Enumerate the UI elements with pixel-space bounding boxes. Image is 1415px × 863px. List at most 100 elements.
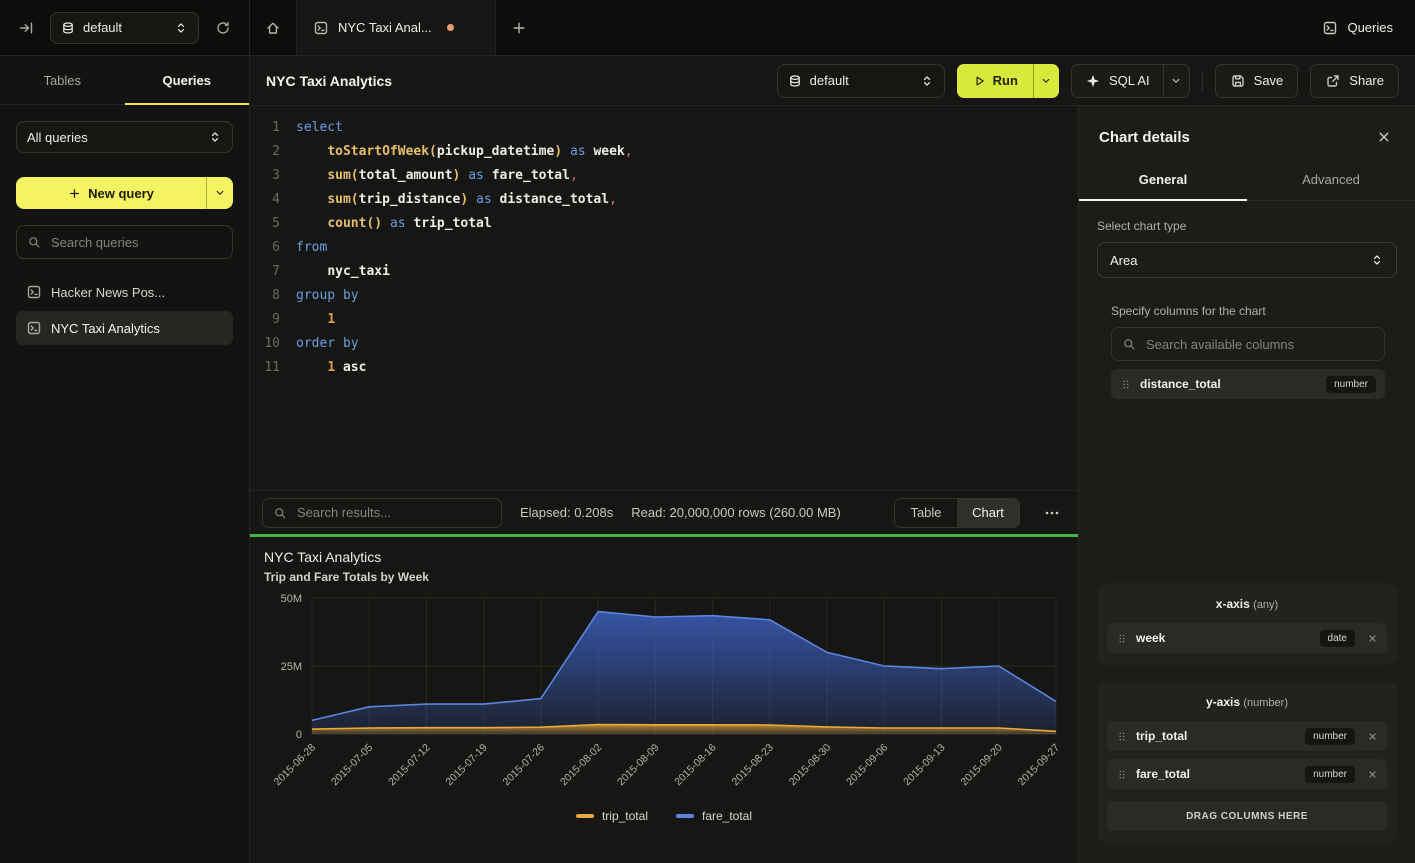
chevron-down-icon [1170,75,1182,87]
collapse-sidebar-icon[interactable] [12,14,40,42]
line-number: 7 [256,260,280,284]
query-file-icon [26,284,42,300]
column-chip[interactable]: fare_totalnumber [1107,759,1387,789]
query-list-item[interactable]: Hacker News Pos... [16,275,233,309]
share-icon [1325,73,1341,89]
code-line: 10order by [256,332,1078,356]
topbar-right: Queries [1322,0,1415,55]
close-icon[interactable] [1373,126,1395,148]
svg-text:2015-09-20: 2015-09-20 [958,742,1005,789]
remove-column-icon[interactable] [1367,769,1378,780]
topbar: default NYC Taxi Anal... Queries [0,0,1415,56]
database-icon [788,74,802,88]
run-button[interactable]: Run [957,64,1033,98]
home-button[interactable] [250,0,296,55]
sql-ai-button[interactable]: SQL AI [1071,64,1163,98]
column-name: distance_total [1140,377,1221,391]
sql-ai-dropdown[interactable] [1163,64,1190,98]
search-results-input[interactable] [295,504,491,521]
column-type-badge: number [1305,728,1355,745]
column-chip[interactable]: trip_totalnumber [1107,721,1387,751]
line-number: 2 [256,140,280,164]
column-chip[interactable]: distance_totalnumber [1111,369,1385,399]
column-chip[interactable]: weekdate [1107,623,1387,653]
code-line: 8group by [256,284,1078,308]
sidebar-tabs: Tables Queries [0,56,249,105]
chart-type-select[interactable]: Area [1097,242,1397,278]
chart-legend: trip_total fare_total [264,809,1064,823]
legend-item[interactable]: fare_total [676,809,752,823]
area-chart: 025M50M2015-06-282015-07-052015-07-12201… [264,592,1064,809]
query-file-icon [26,320,42,336]
run-dropdown[interactable] [1033,64,1059,98]
legend-item[interactable]: trip_total [576,809,648,823]
svg-text:2015-08-30: 2015-08-30 [787,742,834,789]
line-number: 8 [256,284,280,308]
code-line: 7 nyc_taxi [256,260,1078,284]
legend-label: trip_total [602,809,648,823]
chevron-updown-icon [174,21,188,35]
chevron-updown-icon [920,74,934,88]
topbar-database-value: default [83,20,166,35]
run-split-button: Run [957,64,1059,98]
more-options-icon[interactable] [1038,499,1066,527]
drop-zone[interactable]: DRAG COLUMNS HERE [1107,801,1387,831]
svg-text:2015-09-06: 2015-09-06 [844,742,891,789]
view-toggle: Table Chart [894,498,1020,528]
tab-title: NYC Taxi Anal... [338,20,432,35]
chart-details-tabs: General Advanced [1079,162,1415,201]
line-number: 11 [256,356,280,380]
tab-nyc-taxi-analytics[interactable]: NYC Taxi Anal... [296,0,496,55]
main-header: NYC Taxi Analytics default Run [250,56,1415,106]
remove-column-icon[interactable] [1367,633,1378,644]
axis-card: y-axis (number)trip_totalnumberfare_tota… [1097,681,1397,843]
search-queries-input[interactable] [49,234,222,251]
tab-tables[interactable]: Tables [0,56,125,104]
drag-handle-icon[interactable] [1116,632,1128,645]
tab-general[interactable]: General [1079,162,1247,200]
chart-subtitle: Trip and Fare Totals by Week [264,570,1064,584]
column-type-badge: date [1320,630,1355,647]
line-number: 10 [256,332,280,356]
legend-swatch [576,814,594,818]
editor-lines: 1select2 toStartOfWeek(pickup_datetime) … [256,116,1078,380]
code-line: 2 toStartOfWeek(pickup_datetime) as week… [256,140,1078,164]
save-icon [1230,73,1246,89]
chevron-down-icon [214,187,226,199]
new-query-dropdown[interactable] [206,177,233,209]
drag-handle-icon[interactable] [1116,768,1128,781]
query-list-item[interactable]: NYC Taxi Analytics [16,311,233,345]
view-chart-button[interactable]: Chart [957,499,1019,527]
queries-button[interactable]: Queries [1322,20,1393,36]
queries-filter-select[interactable]: All queries [16,121,233,153]
divider [1202,70,1203,92]
drag-handle-icon[interactable] [1116,730,1128,743]
play-icon [972,74,986,88]
chart-details-panel: Chart details General Advanced Select ch… [1078,106,1415,863]
share-button[interactable]: Share [1310,64,1399,98]
search-columns-input[interactable] [1144,336,1374,353]
tab-strip: NYC Taxi Anal... [250,0,542,55]
new-tab-button[interactable] [496,0,542,55]
column-type-badge: number [1305,766,1355,783]
svg-text:2015-09-27: 2015-09-27 [1016,742,1063,789]
chart-details-header: Chart details [1079,106,1415,162]
database-select[interactable]: default [777,64,945,98]
legend-label: fare_total [702,809,752,823]
query-label: Hacker News Pos... [51,285,165,300]
view-table-button[interactable]: Table [895,499,957,527]
refresh-icon[interactable] [209,14,237,42]
line-number: 3 [256,164,280,188]
drag-handle-icon[interactable] [1120,378,1132,391]
query-label: NYC Taxi Analytics [51,321,160,336]
tab-queries[interactable]: Queries [125,56,250,104]
sql-editor[interactable]: 1select2 toStartOfWeek(pickup_datetime) … [250,106,1078,490]
chevron-down-icon [1040,75,1052,87]
remove-column-icon[interactable] [1367,731,1378,742]
topbar-database-select[interactable]: default [50,12,199,44]
tab-advanced[interactable]: Advanced [1247,162,1415,200]
queries-icon [1322,20,1338,36]
save-button[interactable]: Save [1215,64,1299,98]
new-query-button[interactable]: New query [16,177,206,209]
svg-text:0: 0 [296,729,302,741]
